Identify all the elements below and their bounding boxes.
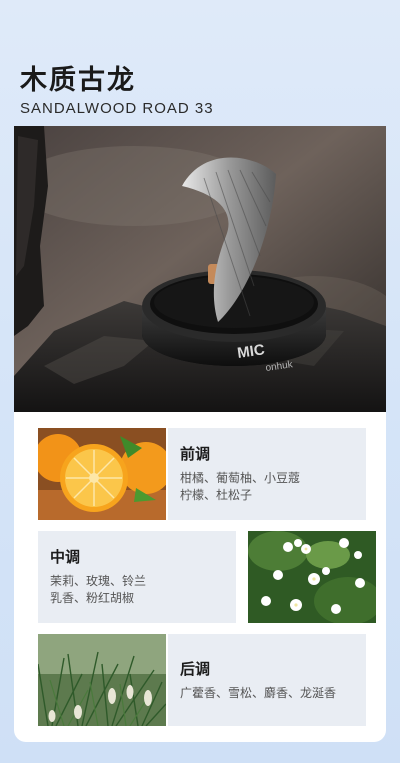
note-ingredients: 乳香、粉红胡椒 (50, 591, 135, 605)
note-name: 后调 (180, 660, 211, 678)
pine-needles-image (38, 634, 166, 726)
note-ingredients: 柑橘、葡萄柚、小豆蔻 (180, 471, 301, 485)
note-ingredients: 茉莉、玫瑰、铃兰 (50, 574, 147, 588)
jasmine-flowers-image (248, 531, 376, 623)
note-ingredients: 广藿香、雪松、麝香、龙涎香 (180, 686, 337, 700)
citrus-orange-image (38, 428, 166, 520)
fragrance-notes-card: 前调 柑橘、葡萄柚、小豆蔻 柠檬、杜松子 中调 茉莉、玫瑰、铃兰 乳香、粉红胡椒 (14, 412, 386, 742)
air-freshener-illustration: MIC onhuk (14, 126, 386, 412)
note-row-base: 后调 广藿香、雪松、麝香、龙涎香 (38, 634, 376, 726)
note-row-middle: 中调 茉莉、玫瑰、铃兰 乳香、粉红胡椒 (38, 531, 376, 623)
note-panel-base: 后调 广藿香、雪松、麝香、龙涎香 (168, 634, 366, 726)
note-panel-top: 前调 柑橘、葡萄柚、小豆蔻 柠檬、杜松子 (168, 428, 366, 520)
note-panel-middle: 中调 茉莉、玫瑰、铃兰 乳香、粉红胡椒 (38, 531, 236, 623)
note-name: 中调 (50, 548, 81, 566)
note-row-top: 前调 柑橘、葡萄柚、小豆蔻 柠檬、杜松子 (38, 428, 376, 520)
hero-product-photo: MIC onhuk (14, 126, 386, 412)
note-name: 前调 (180, 445, 211, 463)
page-subtitle: SANDALWOOD ROAD 33 (20, 100, 214, 117)
note-ingredients: 柠檬、杜松子 (180, 488, 253, 502)
page-title: 木质古龙 (20, 65, 136, 96)
